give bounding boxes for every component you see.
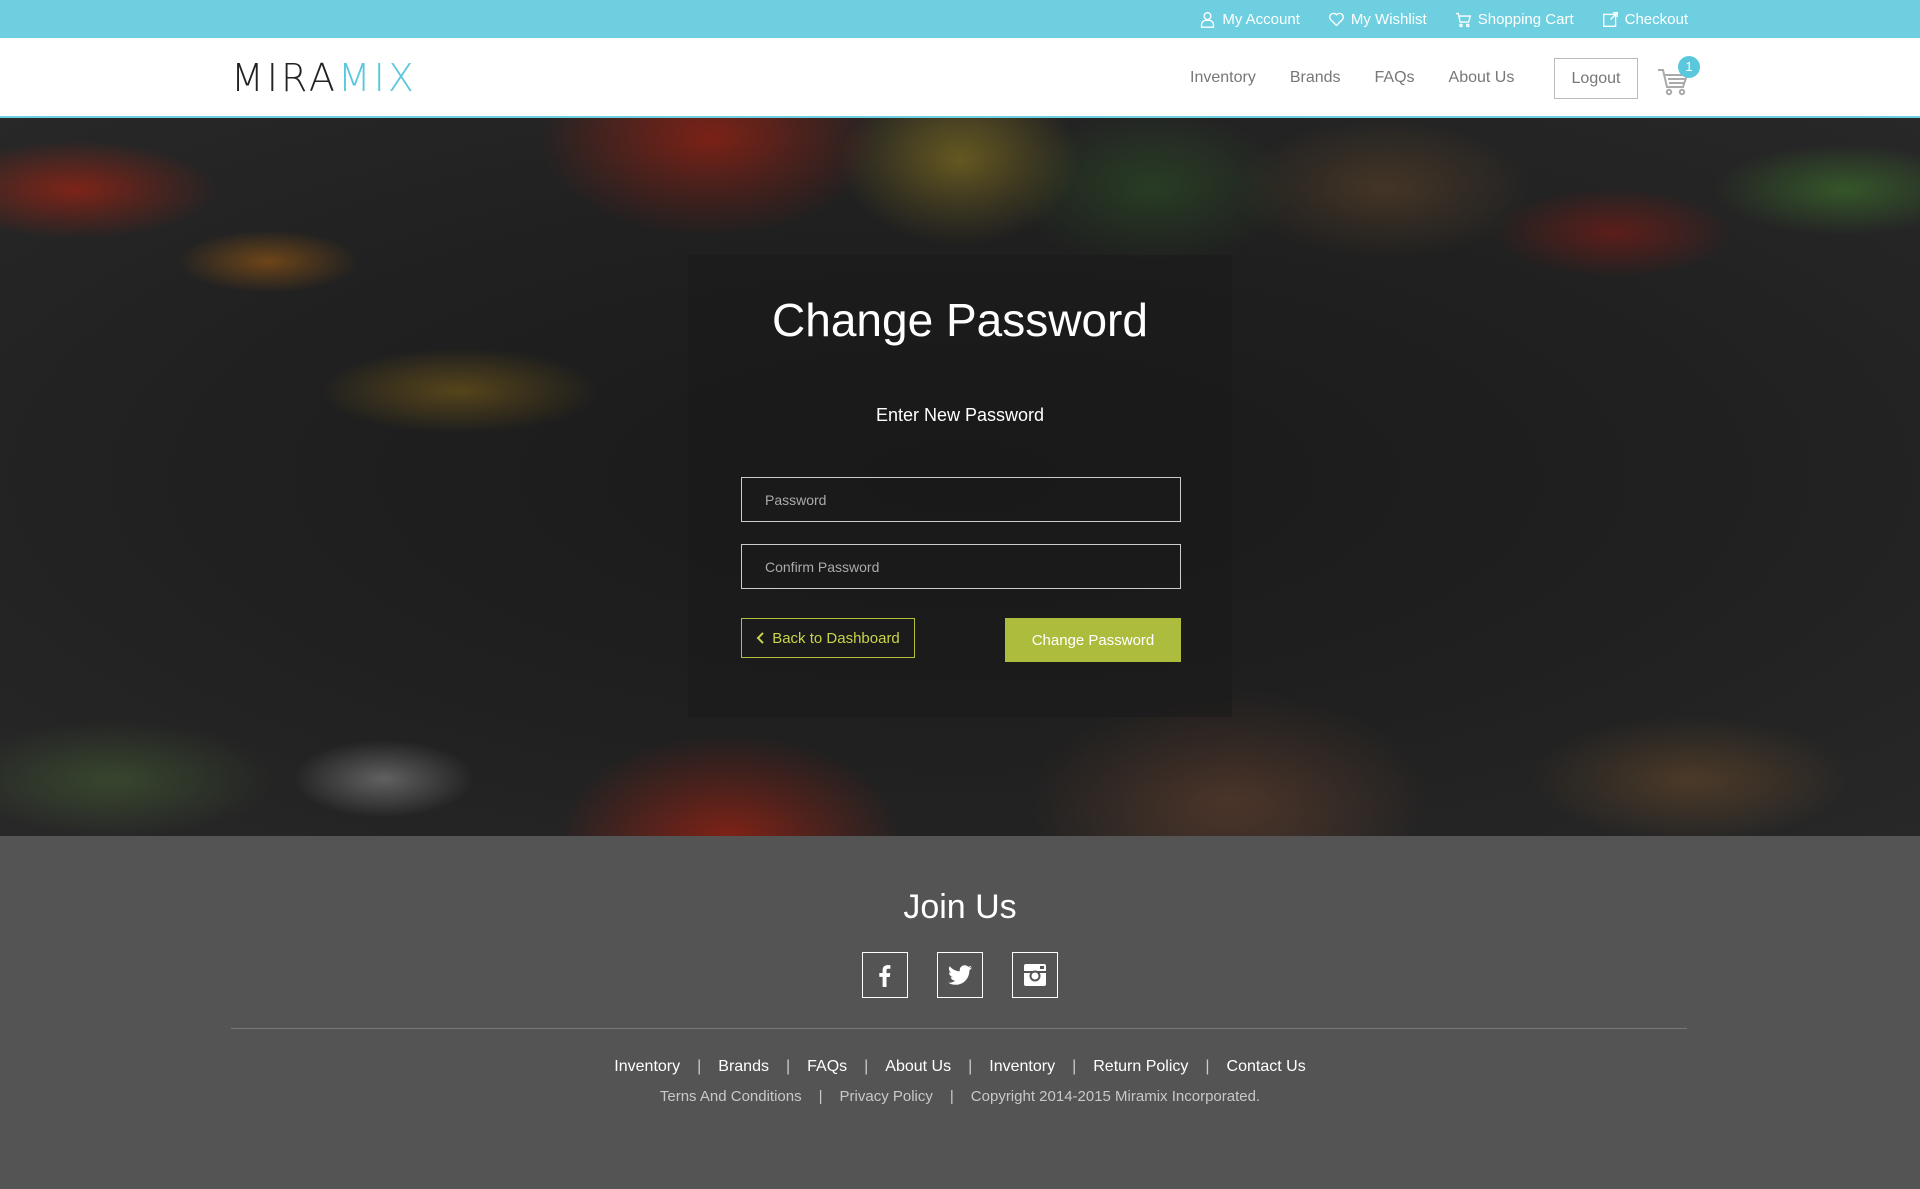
main-nav: Inventory Brands FAQs About Us: [1190, 38, 1514, 118]
my-account-label: My Account: [1222, 10, 1300, 28]
miramix-logo[interactable]: MIRAMIX: [231, 58, 417, 98]
top-utility-bar: My Account My Wishlist Shopping Cart Che…: [0, 0, 1920, 38]
user-icon: [1201, 11, 1215, 28]
chevron-left-icon: [756, 632, 764, 644]
cart-icon: [1455, 12, 1471, 27]
hero-background: Change Password Enter New Password Back …: [0, 118, 1920, 836]
footer-divider: [231, 1028, 1687, 1029]
password-input[interactable]: [741, 477, 1181, 522]
back-to-dashboard-label: Back to Dashboard: [772, 629, 900, 647]
my-wishlist-label: My Wishlist: [1350, 10, 1427, 28]
privacy-policy-link[interactable]: Privacy Policy: [840, 1088, 933, 1105]
twitter-button[interactable]: [937, 952, 983, 998]
my-account-link[interactable]: My Account: [1199, 11, 1300, 28]
cart-count-badge: 1: [1678, 56, 1700, 78]
nav-item-about-us[interactable]: About Us: [1449, 69, 1515, 87]
checkout-label: Checkout: [1624, 10, 1688, 28]
shopping-cart-label: Shopping Cart: [1477, 10, 1574, 28]
my-wishlist-link[interactable]: My Wishlist: [1328, 11, 1427, 28]
facebook-icon: [879, 965, 891, 987]
footer: Join Us Inventory | Brands | FAQs | About U…: [0, 836, 1920, 1189]
account-links: My Account My Wishlist Shopping Cart Che…: [1199, 0, 1688, 38]
nav-item-brands[interactable]: Brands: [1290, 69, 1341, 87]
footer-link-about-us[interactable]: About Us: [885, 1058, 951, 1076]
copyright-text: Copyright 2014-2015 Miramix Incorporated…: [970, 1088, 1261, 1105]
header-cart-button[interactable]: 1: [1656, 56, 1700, 100]
shopping-cart-link[interactable]: Shopping Cart: [1455, 11, 1574, 28]
terms-link[interactable]: Terns And Conditions: [660, 1088, 802, 1105]
footer-link-inventory[interactable]: Inventory: [614, 1058, 680, 1076]
checkout-link[interactable]: Checkout: [1602, 11, 1688, 28]
logout-button[interactable]: Logout: [1554, 58, 1638, 99]
twitter-icon: [948, 965, 972, 985]
form-subtitle: Enter New Password: [875, 405, 1045, 425]
change-password-button[interactable]: Change Password: [1005, 618, 1181, 662]
instagram-icon: [1024, 964, 1046, 986]
facebook-button[interactable]: [862, 952, 908, 998]
change-password-panel: Change Password Enter New Password Back …: [688, 255, 1232, 717]
main-header: MIRAMIX Inventory Brands FAQs About Us L…: [0, 38, 1920, 118]
footer-nav: Inventory | Brands | FAQs | About Us | Inven…: [614, 1058, 1306, 1076]
nav-item-faqs[interactable]: FAQs: [1375, 69, 1415, 87]
back-to-dashboard-button[interactable]: Back to Dashboard: [741, 618, 915, 658]
logo-text-dark: MIRA: [231, 56, 338, 100]
social-links: [862, 952, 1058, 998]
footer-link-faqs[interactable]: FAQs: [807, 1058, 847, 1076]
nav-item-inventory[interactable]: Inventory: [1190, 69, 1256, 87]
footer-legal: Terns And Conditions | Privacy Policy | Co…: [659, 1088, 1261, 1105]
instagram-button[interactable]: [1012, 952, 1058, 998]
footer-link-inventory-2[interactable]: Inventory: [989, 1058, 1055, 1076]
confirm-password-input[interactable]: [741, 544, 1181, 589]
footer-link-return-policy[interactable]: Return Policy: [1093, 1058, 1188, 1076]
checkout-icon: [1602, 11, 1618, 27]
join-us-heading: Join Us: [903, 888, 1017, 926]
footer-link-brands[interactable]: Brands: [718, 1058, 769, 1076]
logo-text-light: MIX: [337, 56, 417, 100]
heart-icon: [1328, 12, 1344, 26]
footer-link-contact-us[interactable]: Contact Us: [1227, 1058, 1306, 1076]
page-title: Change Password: [772, 294, 1148, 346]
